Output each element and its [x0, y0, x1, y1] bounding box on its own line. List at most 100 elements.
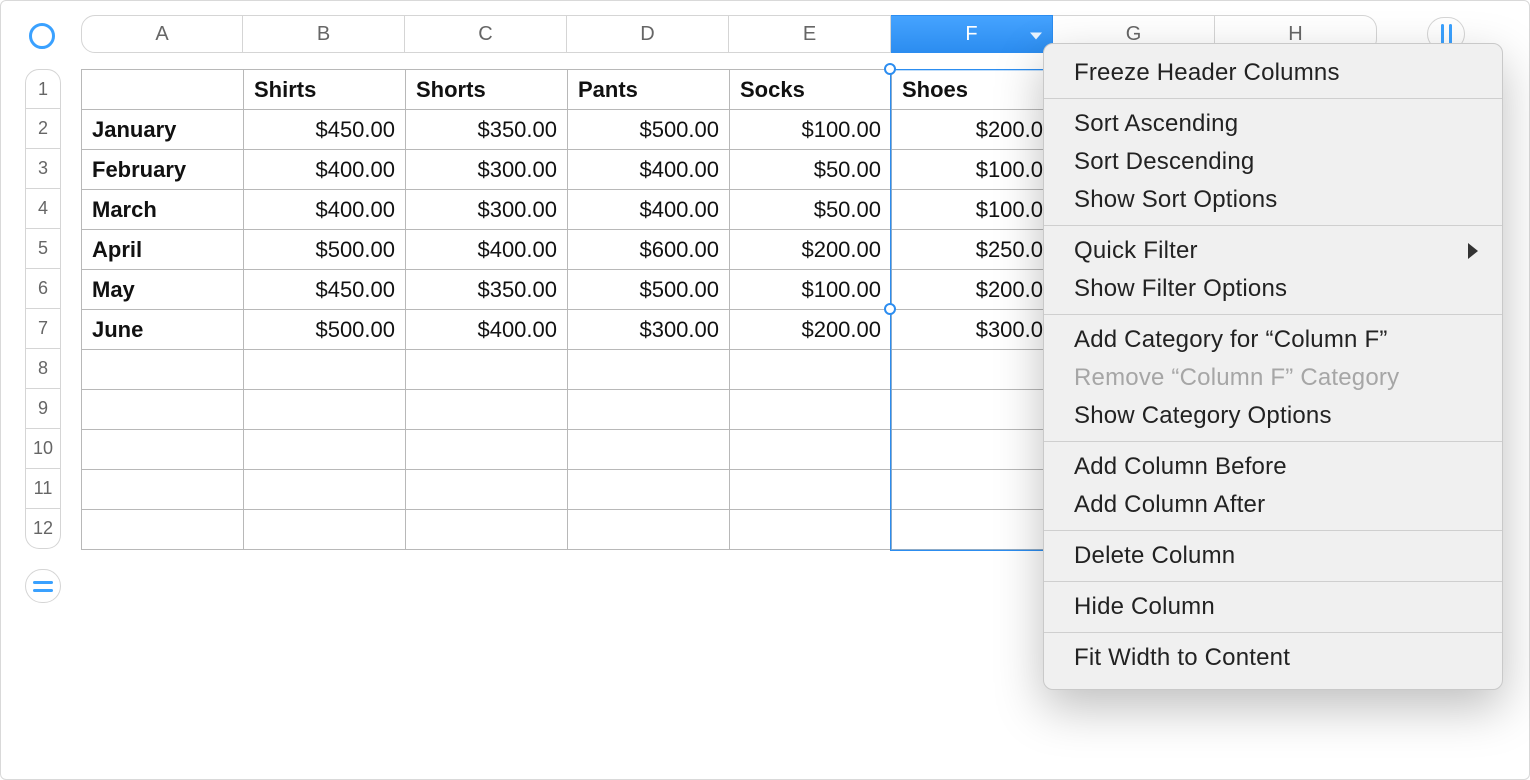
row-header-9[interactable]: 9: [25, 389, 61, 429]
table-cell[interactable]: [406, 350, 568, 390]
table-cell[interactable]: [244, 470, 406, 510]
row-header-10[interactable]: 10: [25, 429, 61, 469]
table-cell[interactable]: $200.0: [892, 270, 1054, 310]
table-cell[interactable]: $200.00: [730, 310, 892, 350]
table-cell[interactable]: $400.00: [406, 230, 568, 270]
table-cell[interactable]: $300.00: [406, 150, 568, 190]
column-header-f[interactable]: F: [891, 15, 1053, 53]
table-cell[interactable]: $100.0: [892, 190, 1054, 230]
table-cell[interactable]: $300.0: [892, 310, 1054, 350]
menu-item[interactable]: Fit Width to Content: [1044, 639, 1502, 677]
table-cell[interactable]: $100.0: [892, 150, 1054, 190]
table-cell[interactable]: [568, 470, 730, 510]
row-header-8[interactable]: 8: [25, 349, 61, 389]
table-cell[interactable]: [82, 470, 244, 510]
column-header-d[interactable]: D: [567, 15, 729, 53]
table-cell[interactable]: $450.00: [244, 270, 406, 310]
menu-item[interactable]: Sort Ascending: [1044, 105, 1502, 143]
table-cell[interactable]: $50.00: [730, 150, 892, 190]
table-cell[interactable]: [892, 390, 1054, 430]
row-header-2[interactable]: 2: [25, 109, 61, 149]
table-handle-circle[interactable]: [29, 23, 55, 49]
table-cell[interactable]: $450.00: [244, 110, 406, 150]
table-cell[interactable]: $400.00: [568, 190, 730, 230]
table-cell[interactable]: [244, 430, 406, 470]
table-row-label[interactable]: June: [82, 310, 244, 350]
menu-item[interactable]: Show Category Options: [1044, 397, 1502, 435]
menu-item[interactable]: Add Column Before: [1044, 448, 1502, 486]
table-cell[interactable]: $400.00: [406, 310, 568, 350]
table-header-cell[interactable]: Shoes: [892, 70, 1054, 110]
table-cell[interactable]: $300.00: [406, 190, 568, 230]
row-header-7[interactable]: 7: [25, 309, 61, 349]
table-row-label[interactable]: May: [82, 270, 244, 310]
table-cell[interactable]: [568, 350, 730, 390]
table-cell[interactable]: [82, 510, 244, 550]
table-cell[interactable]: [730, 510, 892, 550]
menu-item[interactable]: Hide Column: [1044, 588, 1502, 626]
table-cell[interactable]: $200.0: [892, 110, 1054, 150]
table-cell[interactable]: $100.00: [730, 270, 892, 310]
table-cell[interactable]: $50.00: [730, 190, 892, 230]
table-cell[interactable]: [892, 430, 1054, 470]
table-cell[interactable]: $500.00: [244, 230, 406, 270]
table-cell[interactable]: [568, 510, 730, 550]
table-row-label[interactable]: March: [82, 190, 244, 230]
table-cell[interactable]: $350.00: [406, 270, 568, 310]
table-cell[interactable]: $500.00: [568, 110, 730, 150]
menu-item[interactable]: Show Filter Options: [1044, 270, 1502, 308]
table-cell[interactable]: [730, 350, 892, 390]
table-cell[interactable]: $600.00: [568, 230, 730, 270]
menu-item[interactable]: Freeze Header Columns: [1044, 54, 1502, 92]
column-header-b[interactable]: B: [243, 15, 405, 53]
table-cell[interactable]: [406, 510, 568, 550]
table-cell[interactable]: $350.00: [406, 110, 568, 150]
table-row-label[interactable]: January: [82, 110, 244, 150]
row-header-5[interactable]: 5: [25, 229, 61, 269]
chevron-down-icon[interactable]: [1030, 32, 1042, 39]
table-cell[interactable]: [568, 390, 730, 430]
table-cell[interactable]: [82, 350, 244, 390]
table-cell[interactable]: $500.00: [244, 310, 406, 350]
table-cell[interactable]: $400.00: [568, 150, 730, 190]
table-row-label[interactable]: February: [82, 150, 244, 190]
row-header-6[interactable]: 6: [25, 269, 61, 309]
table-cell[interactable]: [82, 390, 244, 430]
menu-item[interactable]: Delete Column: [1044, 537, 1502, 575]
menu-item[interactable]: Show Sort Options: [1044, 181, 1502, 219]
table-cell[interactable]: [730, 390, 892, 430]
table-row-label[interactable]: April: [82, 230, 244, 270]
table-cell[interactable]: $250.0: [892, 230, 1054, 270]
table-cell[interactable]: $400.00: [244, 190, 406, 230]
table-cell[interactable]: [730, 430, 892, 470]
menu-item[interactable]: Quick Filter: [1044, 232, 1502, 270]
table-cell[interactable]: [244, 390, 406, 430]
table-cell[interactable]: [730, 470, 892, 510]
table-header-cell[interactable]: Shirts: [244, 70, 406, 110]
column-header-e[interactable]: E: [729, 15, 891, 53]
row-header-3[interactable]: 3: [25, 149, 61, 189]
table-cell[interactable]: [406, 470, 568, 510]
row-header-1[interactable]: 1: [25, 69, 61, 109]
table-cell[interactable]: [892, 350, 1054, 390]
add-rows-handle[interactable]: [25, 569, 61, 603]
table-cell[interactable]: $500.00: [568, 270, 730, 310]
column-header-a[interactable]: A: [81, 15, 243, 53]
table-cell[interactable]: [406, 430, 568, 470]
table-cell[interactable]: [568, 430, 730, 470]
menu-item[interactable]: Add Column After: [1044, 486, 1502, 524]
table-cell[interactable]: $300.00: [568, 310, 730, 350]
table-cell[interactable]: [82, 430, 244, 470]
table-header-cell[interactable]: Socks: [730, 70, 892, 110]
table-header-cell[interactable]: [82, 70, 244, 110]
table-cell[interactable]: [892, 470, 1054, 510]
table-cell[interactable]: $100.00: [730, 110, 892, 150]
table-cell[interactable]: $200.00: [730, 230, 892, 270]
menu-item[interactable]: Sort Descending: [1044, 143, 1502, 181]
table-cell[interactable]: [244, 350, 406, 390]
table-cell[interactable]: [244, 510, 406, 550]
row-header-11[interactable]: 11: [25, 469, 61, 509]
table-cell[interactable]: $400.00: [244, 150, 406, 190]
table-header-cell[interactable]: Shorts: [406, 70, 568, 110]
row-header-12[interactable]: 12: [25, 509, 61, 549]
